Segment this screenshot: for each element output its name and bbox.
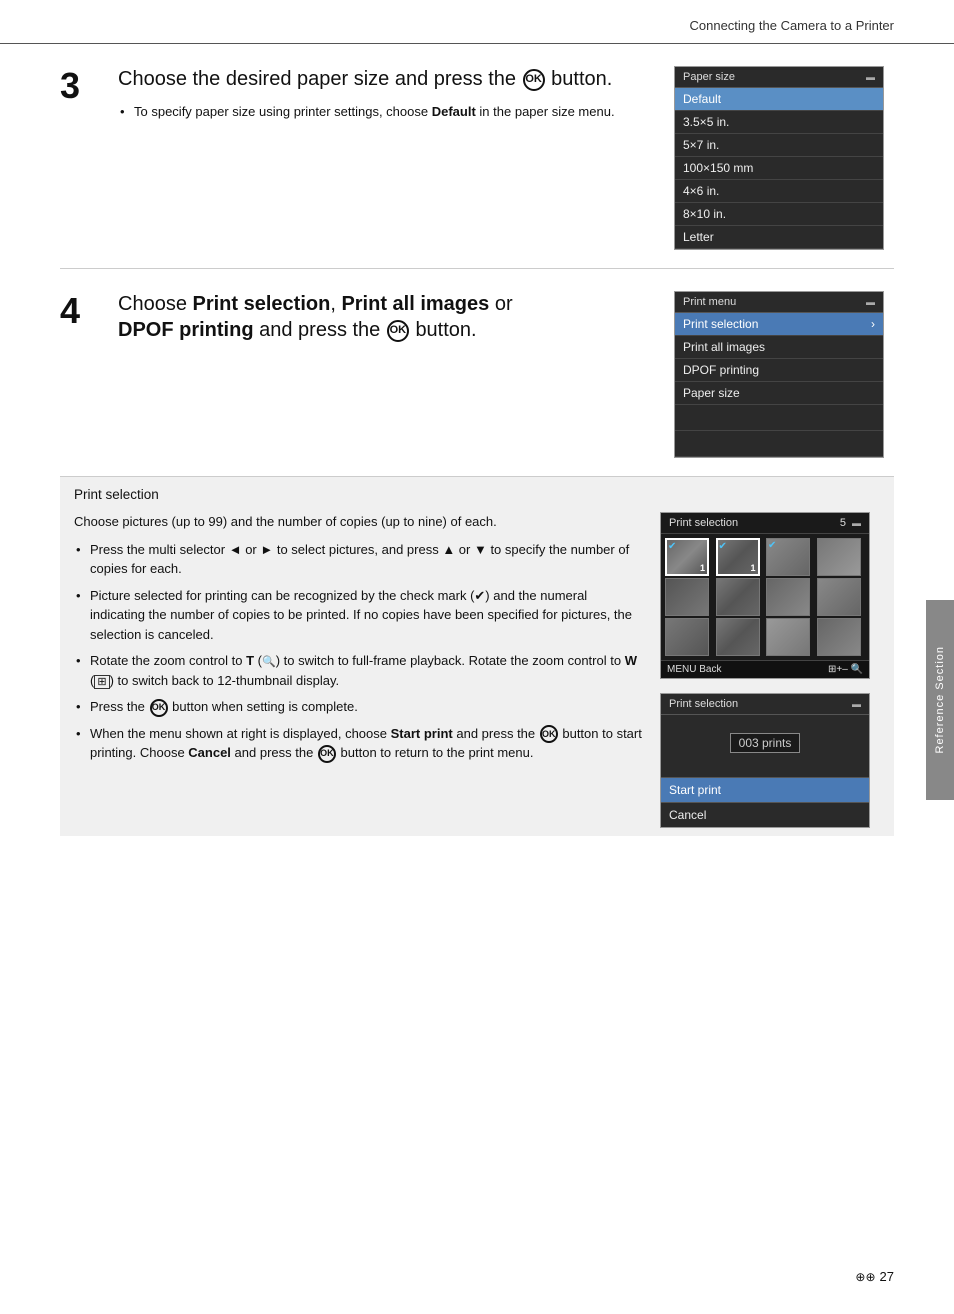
ok-icon-inline-5: OK	[540, 725, 558, 743]
paper-size-item-5[interactable]: 8×10 in.	[675, 203, 883, 226]
print-selection-side: Print selection 5 ▬ ✔ 1	[660, 512, 880, 828]
paper-size-menu: Paper size ▬ Default 3.5×5 in. 5×7 in. 1…	[674, 66, 884, 250]
thumb-cell-7[interactable]	[817, 578, 861, 616]
paper-size-item-3[interactable]: 100×150 mm	[675, 157, 883, 180]
thumb-num-0: 1	[700, 563, 705, 573]
thumb-cell-8[interactable]	[665, 618, 709, 656]
confirm-box-body: 003 prints	[661, 715, 869, 777]
print-menu-item-empty2	[675, 431, 883, 457]
step-3-bullet-1: To specify paper size using printer sett…	[118, 102, 654, 122]
reference-section-tab: Reference Section	[926, 600, 954, 800]
thumb-cell-2[interactable]: ✔	[766, 538, 810, 576]
paper-size-menu-title: Paper size ▬	[675, 67, 883, 88]
paper-size-item-2[interactable]: 5×7 in.	[675, 134, 883, 157]
thumb-check-0: ✔	[668, 541, 676, 552]
paper-size-item-1[interactable]: 3.5×5 in.	[675, 111, 883, 134]
thumb-cell-1[interactable]: ✔ 1	[716, 538, 760, 576]
step-3-section: 3 Choose the desired paper size and pres…	[60, 44, 894, 269]
thumb-cell-6[interactable]	[766, 578, 810, 616]
ok-button-icon-3: OK	[523, 69, 545, 91]
footer-icon: ⊕⊕	[855, 1270, 875, 1284]
thumb-count: 5 ▬	[840, 517, 861, 529]
menu-battery-icon: ▬	[866, 72, 875, 82]
print-selection-subsection: Print selection Choose pictures (up to 9…	[60, 477, 894, 836]
print-menu-item-2[interactable]: DPOF printing	[675, 359, 883, 382]
print-menu-box: Print menu ▬ Print selection › Print all…	[674, 291, 884, 458]
thumb-check-1: ✔	[719, 541, 727, 552]
step-4-number: 4	[60, 291, 98, 458]
print-selection-bullet-1: Press the multi selector ◄ or ► to selec…	[74, 540, 642, 579]
thumb-cell-3[interactable]	[817, 538, 861, 576]
thumb-cell-5[interactable]	[716, 578, 760, 616]
thumb-cell-11[interactable]	[817, 618, 861, 656]
ok-icon-inline-6: OK	[318, 745, 336, 763]
page-number: 27	[880, 1269, 894, 1284]
print-selection-bullet-5: When the menu shown at right is displaye…	[74, 724, 642, 763]
page-footer: ⊕⊕ 27	[855, 1269, 894, 1284]
print-menu-item-1[interactable]: Print all images	[675, 336, 883, 359]
print-selection-subtitle: Print selection	[74, 487, 880, 502]
print-selection-bullet-3: Rotate the zoom control to T (🔍) to swit…	[74, 651, 642, 690]
print-menu-item-0[interactable]: Print selection ›	[675, 313, 883, 336]
paper-size-item-4[interactable]: 4×6 in.	[675, 180, 883, 203]
print-selection-intro: Choose pictures (up to 99) and the numbe…	[74, 512, 642, 532]
print-menu-battery-icon: ▬	[866, 297, 875, 307]
print-selection-confirm-box: Print selection ▬ 003 prints Start print…	[660, 693, 870, 828]
thumb-grid: ✔ 1 ✔ 1 ✔	[661, 534, 869, 660]
print-menu-title: Print menu ▬	[675, 292, 883, 313]
thumb-check-2: ✔	[768, 540, 776, 551]
confirm-prints-label: 003 prints	[730, 733, 801, 753]
paper-size-item-6[interactable]: Letter	[675, 226, 883, 249]
print-menu-item-empty1	[675, 405, 883, 431]
thumb-cell-10[interactable]	[766, 618, 810, 656]
step-4-side: Print menu ▬ Print selection › Print all…	[674, 291, 894, 458]
confirm-start-print[interactable]: Start print	[661, 777, 869, 802]
print-menu-item-3[interactable]: Paper size	[675, 382, 883, 405]
step-4-section: 4 Choose Print selection, Print all imag…	[60, 269, 894, 477]
step-4-title: Choose Print selection, Print all images…	[118, 291, 654, 343]
step-3-number: 3	[60, 66, 98, 250]
step-3-bullets: To specify paper size using printer sett…	[118, 102, 654, 122]
step-3-title: Choose the desired paper size and press …	[118, 66, 654, 92]
thumb-cell-9[interactable]	[716, 618, 760, 656]
thumb-box-header: Print selection 5 ▬	[661, 513, 869, 534]
print-selection-text: Choose pictures (up to 99) and the numbe…	[74, 512, 642, 828]
print-selection-bullet-4: Press the OK button when setting is comp…	[74, 697, 642, 717]
main-content: 3 Choose the desired paper size and pres…	[0, 44, 954, 896]
reference-tab-label: Reference Section	[934, 646, 946, 754]
thumb-num-1: 1	[750, 563, 755, 573]
page-header: Connecting the Camera to a Printer	[0, 0, 954, 44]
thumb-cell-4[interactable]	[665, 578, 709, 616]
print-selection-body: Choose pictures (up to 99) and the numbe…	[74, 512, 880, 828]
print-selection-thumb-box: Print selection 5 ▬ ✔ 1	[660, 512, 870, 679]
step-3-body: Choose the desired paper size and press …	[118, 66, 654, 250]
step-4-body: Choose Print selection, Print all images…	[118, 291, 654, 458]
paper-size-item-0[interactable]: Default	[675, 88, 883, 111]
header-title: Connecting the Camera to a Printer	[690, 18, 895, 33]
print-selection-bullets: Press the multi selector ◄ or ► to selec…	[74, 540, 642, 763]
print-selection-bullet-2: Picture selected for printing can be rec…	[74, 586, 642, 645]
confirm-cancel[interactable]: Cancel	[661, 802, 869, 827]
ok-icon-inline-4: OK	[150, 699, 168, 717]
thumb-box-footer: MENU Back ⊞+– 🔍	[661, 660, 869, 678]
step-3-side: Paper size ▬ Default 3.5×5 in. 5×7 in. 1…	[674, 66, 894, 250]
ok-button-icon-4: OK	[387, 320, 409, 342]
confirm-box-title: Print selection ▬	[661, 694, 869, 715]
confirm-battery-icon: ▬	[852, 699, 861, 709]
thumb-cell-0[interactable]: ✔ 1	[665, 538, 709, 576]
